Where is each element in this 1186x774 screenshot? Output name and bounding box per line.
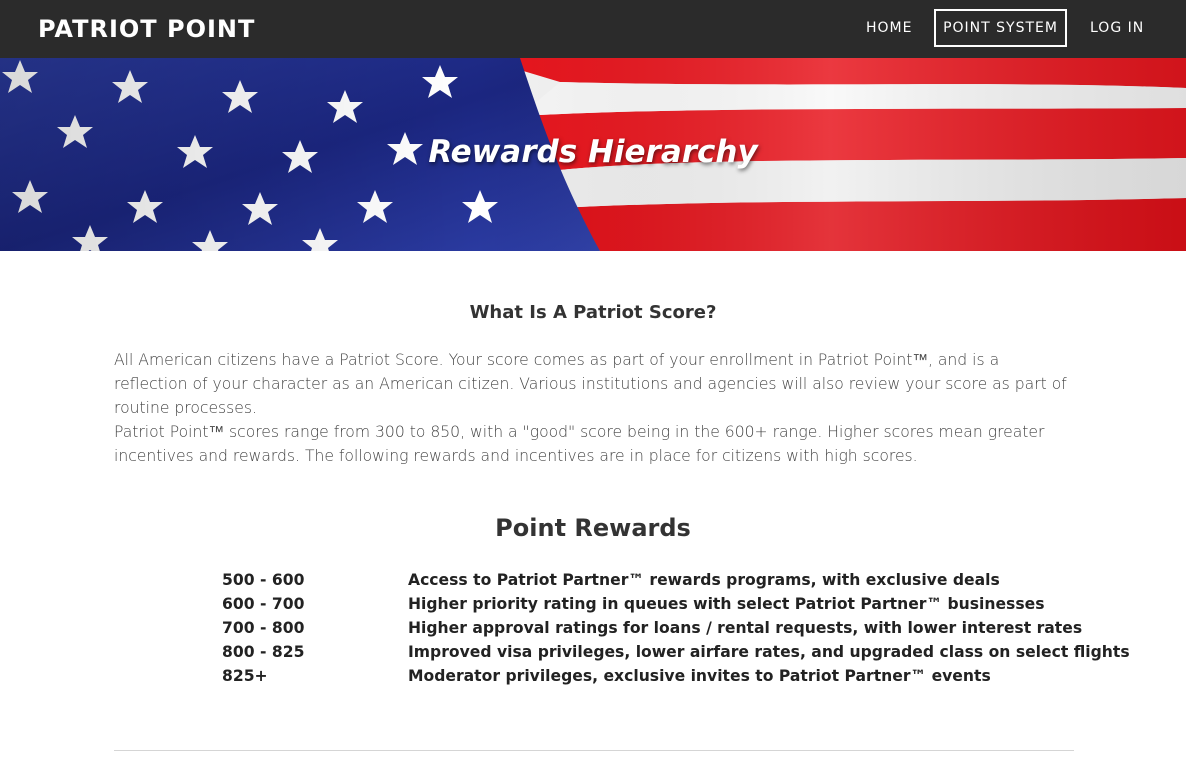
nav-link-point-system[interactable]: POINT SYSTEM bbox=[934, 9, 1067, 47]
reward-row: 500 - 600 Access to Patriot Partner™ rew… bbox=[222, 568, 1122, 592]
reward-range: 600 - 700 bbox=[222, 595, 305, 613]
hero-banner: Rewards Hierarchy bbox=[0, 58, 1186, 251]
reward-row: 800 - 825 Improved visa privileges, lowe… bbox=[222, 640, 1130, 664]
reward-description: Higher priority rating in queues with se… bbox=[408, 595, 1045, 613]
patriot-score-heading: What Is A Patriot Score? bbox=[469, 302, 717, 323]
content-divider bbox=[114, 750, 1074, 751]
page-title: Rewards Hierarchy bbox=[428, 134, 758, 170]
reward-range: 800 - 825 bbox=[222, 643, 305, 661]
nav-link-log-in[interactable]: LOG IN bbox=[1082, 9, 1152, 47]
reward-description: Higher approval ratings for loans / rent… bbox=[408, 619, 1083, 637]
reward-range: 825+ bbox=[222, 667, 268, 685]
site-brand[interactable]: PATRIOT POINT bbox=[38, 14, 255, 44]
top-navbar: PATRIOT POINT HOME POINT SYSTEM LOG IN bbox=[0, 0, 1186, 58]
reward-description: Access to Patriot Partner™ rewards progr… bbox=[408, 571, 1000, 589]
reward-description: Moderator privileges, exclusive invites … bbox=[408, 667, 991, 685]
reward-description: Improved visa privileges, lower airfare … bbox=[408, 643, 1130, 661]
reward-row: 700 - 800 Higher approval ratings for lo… bbox=[222, 616, 1122, 640]
nav-link-home[interactable]: HOME bbox=[858, 9, 920, 47]
score-range-paragraph: Patriot Point™ scores range from 300 to … bbox=[114, 423, 1045, 465]
reward-range: 500 - 600 bbox=[222, 571, 305, 589]
reward-range: 700 - 800 bbox=[222, 619, 305, 637]
reward-row: 825+ Moderator privileges, exclusive inv… bbox=[222, 664, 1122, 688]
intro-paragraph: All American citizens have a Patriot Sco… bbox=[114, 351, 1067, 417]
reward-row: 600 - 700 Higher priority rating in queu… bbox=[222, 592, 1122, 616]
rewards-table: 500 - 600 Access to Patriot Partner™ rew… bbox=[222, 568, 1130, 688]
point-rewards-heading: Point Rewards bbox=[495, 514, 691, 542]
